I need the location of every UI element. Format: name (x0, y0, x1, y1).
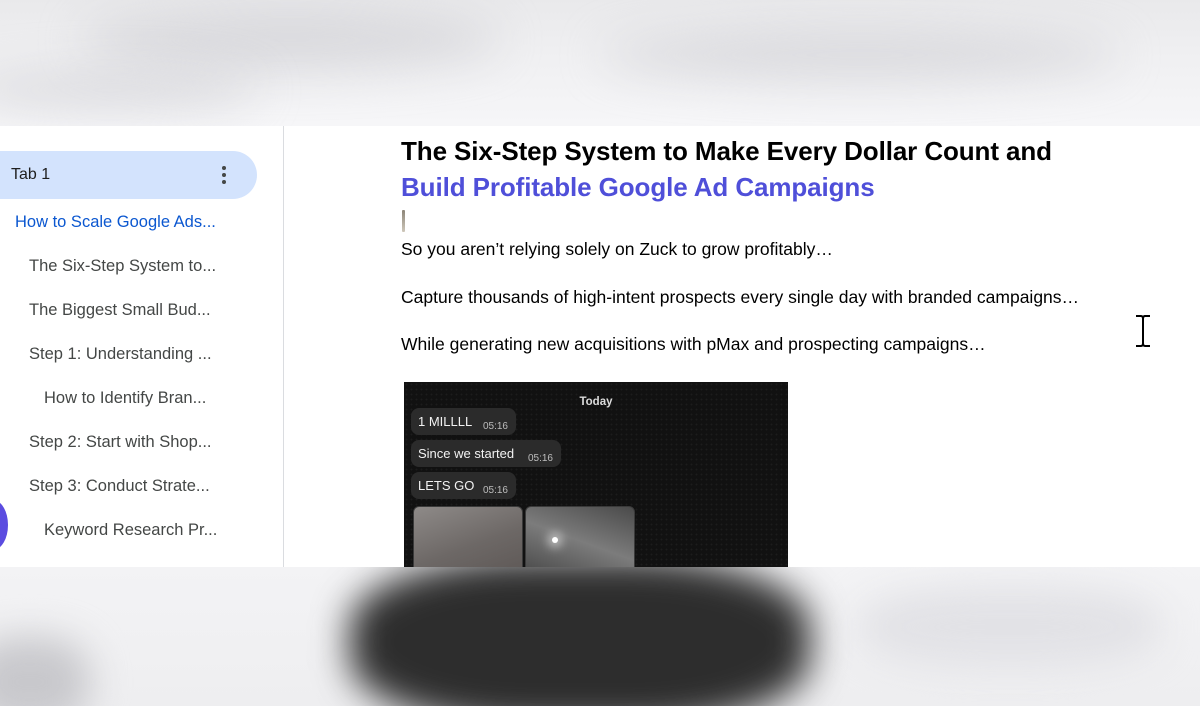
document-outline-sidebar: Tab 1 How to Scale Google Ads... The Six… (0, 126, 284, 567)
photo-thumbnail (413, 506, 523, 567)
ibeam-cursor-icon (1136, 315, 1150, 347)
heading-line-1: The Six-Step System to Make Every Dollar… (401, 136, 1052, 166)
blur-blob (350, 567, 810, 706)
outline-item-six-step-system[interactable]: The Six-Step System to... (29, 257, 216, 276)
blur-smear (600, 30, 1120, 80)
message-text: 1 MILLLL (418, 414, 473, 429)
chat-message: LETS GO 05:16 (411, 472, 516, 499)
blur-blob (0, 637, 90, 706)
blur-smear (0, 70, 260, 110)
message-text: Since we started (418, 446, 515, 461)
chat-message: Since we started 05:16 (411, 440, 561, 467)
docs-window: Tab 1 How to Scale Google Ads... The Six… (0, 126, 1200, 567)
chat-screenshot-image: Today 1 MILLLL 05:16 Since we started 05… (404, 382, 788, 567)
paragraph-3: While generating new acquisitions with p… (401, 334, 986, 354)
outline-item-step-2[interactable]: Step 2: Start with Shop... (29, 433, 212, 452)
message-time: 05:16 (482, 485, 508, 496)
photo-thumbnail (525, 506, 635, 567)
blurred-bottom-region (0, 567, 1200, 706)
tab-label: Tab 1 (11, 166, 51, 183)
outline-item-step-1[interactable]: Step 1: Understanding ... (29, 345, 212, 364)
blur-smear (80, 10, 500, 70)
message-text: LETS GO (418, 478, 475, 493)
blur-blob (860, 587, 1160, 667)
text-cursor (402, 210, 405, 232)
tab-1[interactable]: Tab 1 (0, 151, 257, 199)
heading-line-2: Build Profitable Google Ad Campaigns (401, 172, 875, 202)
blurred-top-region (0, 0, 1200, 126)
chat-message: 1 MILLLL 05:16 (411, 408, 516, 435)
floating-avatar-edge (0, 500, 8, 550)
outline-item-how-to-scale[interactable]: How to Scale Google Ads... (15, 213, 216, 232)
paragraph-2: Capture thousands of high-intent prospec… (401, 287, 1080, 307)
message-time: 05:16 (527, 453, 553, 464)
outline-item-keyword-research[interactable]: Keyword Research Pr... (44, 521, 217, 540)
chat-day-label: Today (579, 396, 613, 408)
outline-item-step-3[interactable]: Step 3: Conduct Strate... (29, 477, 210, 496)
message-time: 05:16 (482, 421, 508, 432)
document-page[interactable]: The Six-Step System to Make Every Dollar… (284, 126, 1200, 567)
outline-item-identify-brand[interactable]: How to Identify Bran... (44, 389, 206, 408)
outline-item-biggest-small-budget[interactable]: The Biggest Small Bud... (29, 301, 211, 320)
more-options-icon[interactable] (216, 164, 232, 186)
paragraph-1: So you aren’t relying solely on Zuck to … (401, 239, 833, 259)
